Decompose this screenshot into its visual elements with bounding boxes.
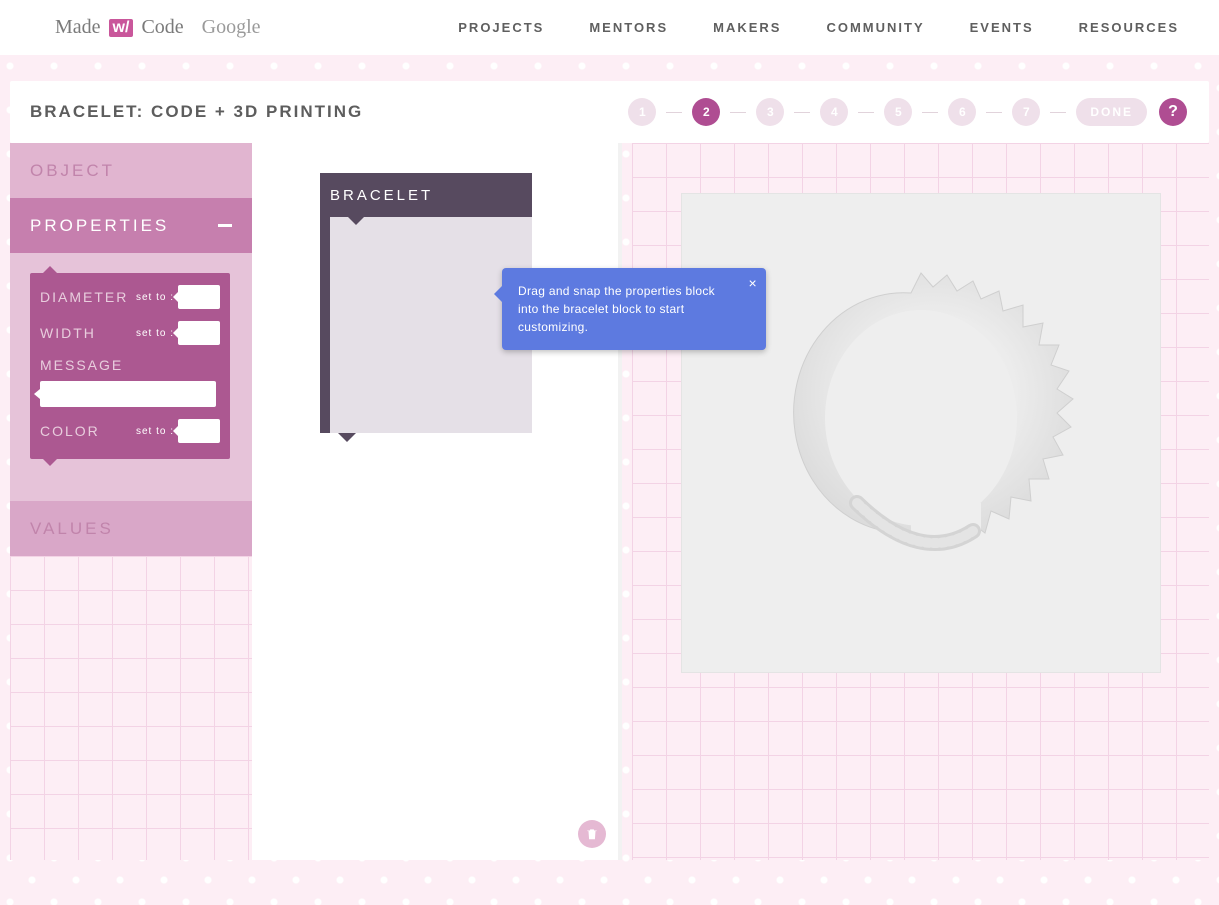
message-slot[interactable] xyxy=(40,381,216,407)
prop-row-message: MESSAGE xyxy=(40,357,220,407)
hint-tooltip: Drag and snap the properties block into … xyxy=(502,268,766,350)
step-sep xyxy=(986,112,1002,113)
brand-code: Code xyxy=(141,16,183,39)
width-slot[interactable] xyxy=(178,321,220,345)
prop-message-label: MESSAGE xyxy=(40,357,123,373)
tooltip-text: Drag and snap the properties block into … xyxy=(518,284,715,334)
preview-pane xyxy=(632,143,1209,860)
step-4[interactable]: 4 xyxy=(820,98,848,126)
nav-makers[interactable]: MAKERS xyxy=(713,20,781,35)
panel-object-header[interactable]: OBJECT xyxy=(10,143,252,198)
prop-color-label: COLOR xyxy=(40,423,100,439)
step-3[interactable]: 3 xyxy=(756,98,784,126)
panel-properties-header[interactable]: PROPERTIES xyxy=(10,198,252,253)
project-header: BRACELET: CODE + 3D PRINTING 1 2 3 4 5 6… xyxy=(10,81,1209,143)
prop-diameter-label: DIAMETER xyxy=(40,289,128,305)
prop-row-color: COLOR set to : xyxy=(40,419,220,443)
step-7[interactable]: 7 xyxy=(1012,98,1040,126)
top-nav: Made w/ Code Google PROJECTS MENTORS MAK… xyxy=(0,0,1219,55)
panel-properties-label: PROPERTIES xyxy=(30,216,169,236)
properties-block[interactable]: DIAMETER set to : WIDTH set to : MESSAGE… xyxy=(30,273,230,459)
collapse-icon[interactable] xyxy=(218,224,232,227)
bracelet-3d-icon xyxy=(761,253,1081,613)
workspace: OBJECT PROPERTIES DIAMETER set to : WIDT… xyxy=(10,143,1209,860)
step-indicator: 1 2 3 4 5 6 7 DONE xyxy=(628,98,1147,126)
step-sep xyxy=(730,112,746,113)
trash-button[interactable] xyxy=(578,820,606,848)
diameter-slot[interactable] xyxy=(178,285,220,309)
bracelet-block-title: BRACELET xyxy=(320,173,532,217)
brand-made: Made xyxy=(55,16,101,39)
panel-values-label: VALUES xyxy=(30,519,114,539)
nav-events[interactable]: EVENTS xyxy=(970,20,1034,35)
sidebar-grid-area xyxy=(10,556,252,860)
tooltip-close-button[interactable]: × xyxy=(749,273,757,294)
panel-object-label: OBJECT xyxy=(30,161,115,181)
prop-row-width: WIDTH set to : xyxy=(40,321,220,345)
nav-community[interactable]: COMMUNITY xyxy=(826,20,924,35)
project-title: BRACELET: CODE + 3D PRINTING xyxy=(30,102,363,122)
setto-label: set to : xyxy=(136,328,174,339)
trash-icon xyxy=(585,827,599,841)
step-sep xyxy=(1050,112,1066,113)
setto-label: set to : xyxy=(136,426,174,437)
brand-w: w/ xyxy=(109,19,134,37)
nav-links: PROJECTS MENTORS MAKERS COMMUNITY EVENTS… xyxy=(458,20,1179,35)
step-sep xyxy=(666,112,682,113)
nav-resources[interactable]: RESOURCES xyxy=(1079,20,1179,35)
panel-values-header[interactable]: VALUES xyxy=(10,501,252,556)
nav-projects[interactable]: PROJECTS xyxy=(458,20,544,35)
step-sep xyxy=(922,112,938,113)
block-canvas[interactable]: BRACELET Drag and snap the properties bl… xyxy=(252,143,622,860)
sidebar: OBJECT PROPERTIES DIAMETER set to : WIDT… xyxy=(10,143,252,860)
bracelet-notch-icon xyxy=(348,217,364,225)
brand-google: Google xyxy=(202,16,261,39)
prop-row-diameter: DIAMETER set to : xyxy=(40,285,220,309)
prop-width-label: WIDTH xyxy=(40,325,96,341)
step-sep xyxy=(858,112,874,113)
help-button[interactable]: ? xyxy=(1159,98,1187,126)
step-6[interactable]: 6 xyxy=(948,98,976,126)
color-slot[interactable] xyxy=(178,419,220,443)
brand-logo[interactable]: Made w/ Code Google xyxy=(55,16,261,39)
nav-mentors[interactable]: MENTORS xyxy=(589,20,668,35)
done-button[interactable]: DONE xyxy=(1076,98,1147,126)
setto-label: set to : xyxy=(136,292,174,303)
step-5[interactable]: 5 xyxy=(884,98,912,126)
preview-canvas[interactable] xyxy=(681,193,1161,673)
bracelet-block[interactable]: BRACELET xyxy=(320,173,532,433)
step-2[interactable]: 2 xyxy=(692,98,720,126)
step-sep xyxy=(794,112,810,113)
step-1[interactable]: 1 xyxy=(628,98,656,126)
panel-properties-body: DIAMETER set to : WIDTH set to : MESSAGE… xyxy=(10,253,252,501)
